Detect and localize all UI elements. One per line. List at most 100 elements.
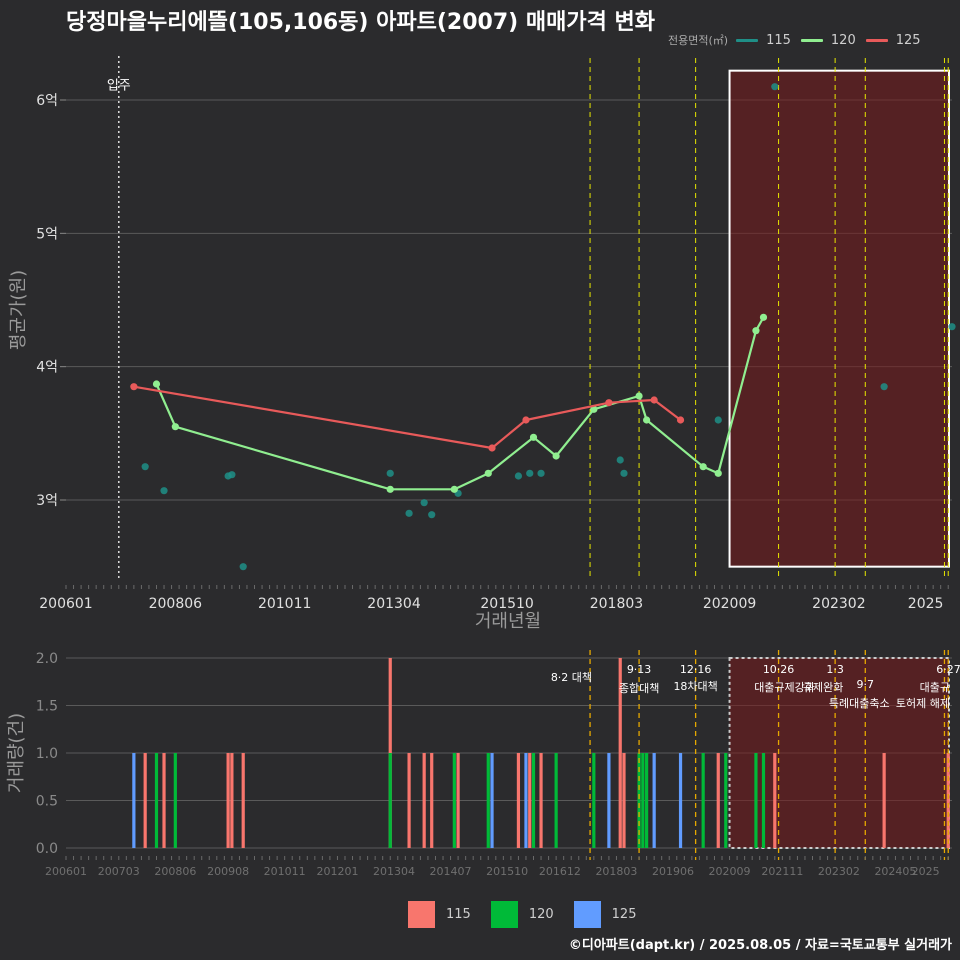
data-point-120 (714, 469, 722, 477)
data-point-115 (880, 383, 888, 391)
policy-label-name: 18차대책 (673, 680, 717, 693)
data-point-115 (514, 472, 523, 480)
bar-x-tick-label: 201906 (652, 865, 694, 878)
data-point-125 (488, 444, 496, 452)
data-point-115 (386, 469, 394, 477)
price-chart: 3억 4억 5억 6억 입주 200601 200806 201011 201304 201510… (8, 56, 956, 632)
data-point-120 (752, 327, 760, 335)
bottom-legend-item-125: 125 (573, 901, 636, 928)
data-point-120 (450, 485, 458, 493)
data-point-115 (526, 469, 534, 477)
data-point-120 (699, 463, 707, 471)
bar-x-tick-label: 200908 (207, 865, 249, 878)
data-point-115 (160, 487, 168, 495)
bar-x-tick-label: 2025 (912, 865, 940, 878)
policy-label-name: 대출규 (920, 681, 950, 694)
data-point-115 (616, 456, 624, 464)
bar-y-tick-label: 1.5 (36, 699, 58, 715)
data-point-125 (676, 416, 685, 424)
volume-bar-120 (554, 753, 558, 848)
data-point-115 (771, 83, 779, 91)
x-tick-label: 200601 (39, 596, 92, 612)
volume-bar-115 (456, 753, 460, 848)
volume-bar-115 (162, 753, 166, 848)
data-point-115 (239, 563, 247, 571)
x-axis-title: 거래년월 (475, 611, 541, 632)
volume-bar-120 (724, 753, 728, 848)
y-tick-label: 3억 (36, 493, 58, 509)
bottom-legend-item-115: 115 (408, 901, 471, 928)
bar-y-axis-title: 거래량(건) (6, 713, 27, 793)
volume-bar-120 (486, 753, 490, 848)
data-point-120 (529, 433, 538, 441)
data-point-115 (620, 469, 628, 477)
data-point-125 (605, 399, 613, 407)
volume-bar-120 (641, 753, 645, 848)
data-point-115 (714, 416, 722, 424)
move-in-label: 입주 (107, 78, 131, 93)
bar-x-tick-label: 201304 (373, 865, 415, 878)
bar-x-tick-label: 202009 (709, 865, 751, 878)
bottom-legend-swatch-115 (408, 901, 435, 928)
bar-y-tick-label: 1.0 (36, 746, 58, 762)
data-point-125 (130, 383, 138, 391)
price-and-volume-chart: 3억 4억 5억 6억 입주 200601 200806 201011 201304 201510… (6, 56, 960, 878)
bottom-legend: 115 120 125 (408, 901, 656, 928)
bottom-legend-label-120: 120 (528, 907, 554, 922)
data-point-115 (405, 509, 413, 517)
x-tick-label: 201803 (590, 596, 643, 612)
bar-y-tick-label: 0.0 (36, 841, 58, 857)
bar-y-tick-label: 0.5 (36, 794, 58, 810)
policy-label-name: 토허제 해제 (896, 696, 950, 710)
bar-x-tick-label: 200806 (154, 865, 196, 878)
volume-bar-120 (173, 753, 177, 848)
bar-x-tick-label: 200601 (45, 865, 87, 878)
source-caption: ©디아파트(dapt.kr) / 2025.08.05 / 자료=국토교통부 실… (568, 938, 952, 953)
policy-label-date: 12·16 (680, 663, 712, 676)
volume-bar-115 (422, 753, 426, 848)
volume-bar-125 (652, 753, 656, 848)
x-tick-label: 201011 (258, 596, 311, 612)
bar-x-tick-label: 201011 (264, 865, 306, 878)
bar-x-tick-label: 202111 (761, 865, 803, 878)
x-tick-label: 202009 (703, 596, 756, 612)
data-point-115 (420, 499, 428, 507)
volume-bar-125 (607, 753, 611, 848)
data-point-120 (484, 469, 492, 477)
series-line-120 (155, 316, 765, 491)
volume-bar-115 (716, 753, 720, 848)
volume-bar-115 (226, 753, 230, 848)
bar-x-tick-label: 201407 (430, 865, 472, 878)
x-tick-label: 201510 (480, 596, 533, 612)
x-tick-label: 2025 (908, 596, 944, 612)
volume-bar-120 (761, 753, 766, 848)
volume-bar-115 (622, 753, 626, 848)
bottom-legend-item-120: 120 (490, 901, 554, 928)
volume-bar-120 (645, 753, 649, 848)
volume-bar-115 (407, 753, 411, 848)
volume-bar-120 (701, 753, 705, 848)
bar-y-tick-label: 2.0 (36, 651, 58, 667)
volume-chart: 0.0 0.5 1.0 1.5 2.0 8·2 대책 9·13 종합대책 12·16 18차대책 1… (6, 650, 960, 878)
volume-bar-115 (430, 753, 434, 848)
bottom-legend-label-115: 115 (446, 907, 471, 922)
data-point-115 (141, 463, 149, 471)
policy-label-date: 6·27 (936, 663, 960, 676)
bottom-legend-swatch-120 (490, 901, 518, 928)
bar-x-tick-label: 201803 (595, 865, 637, 878)
data-point-115 (948, 323, 956, 331)
data-point-120 (759, 313, 768, 321)
data-point-120 (386, 485, 394, 493)
data-point-125 (650, 396, 658, 404)
policy-label-name: 종합대책 (619, 682, 659, 695)
x-tick-label: 201304 (367, 596, 421, 612)
volume-bar-115 (882, 753, 886, 848)
policy-label-date: 9·7 (857, 678, 875, 691)
bar-x-tick-label: 202302 (818, 865, 860, 878)
volume-bar-125 (490, 753, 494, 848)
x-tick-label: 202302 (812, 596, 865, 612)
policy-label-name: 규제완화 (803, 681, 843, 694)
volume-bar-115 (516, 753, 521, 848)
volume-bar-115 (230, 753, 234, 848)
data-point-120 (152, 380, 161, 388)
